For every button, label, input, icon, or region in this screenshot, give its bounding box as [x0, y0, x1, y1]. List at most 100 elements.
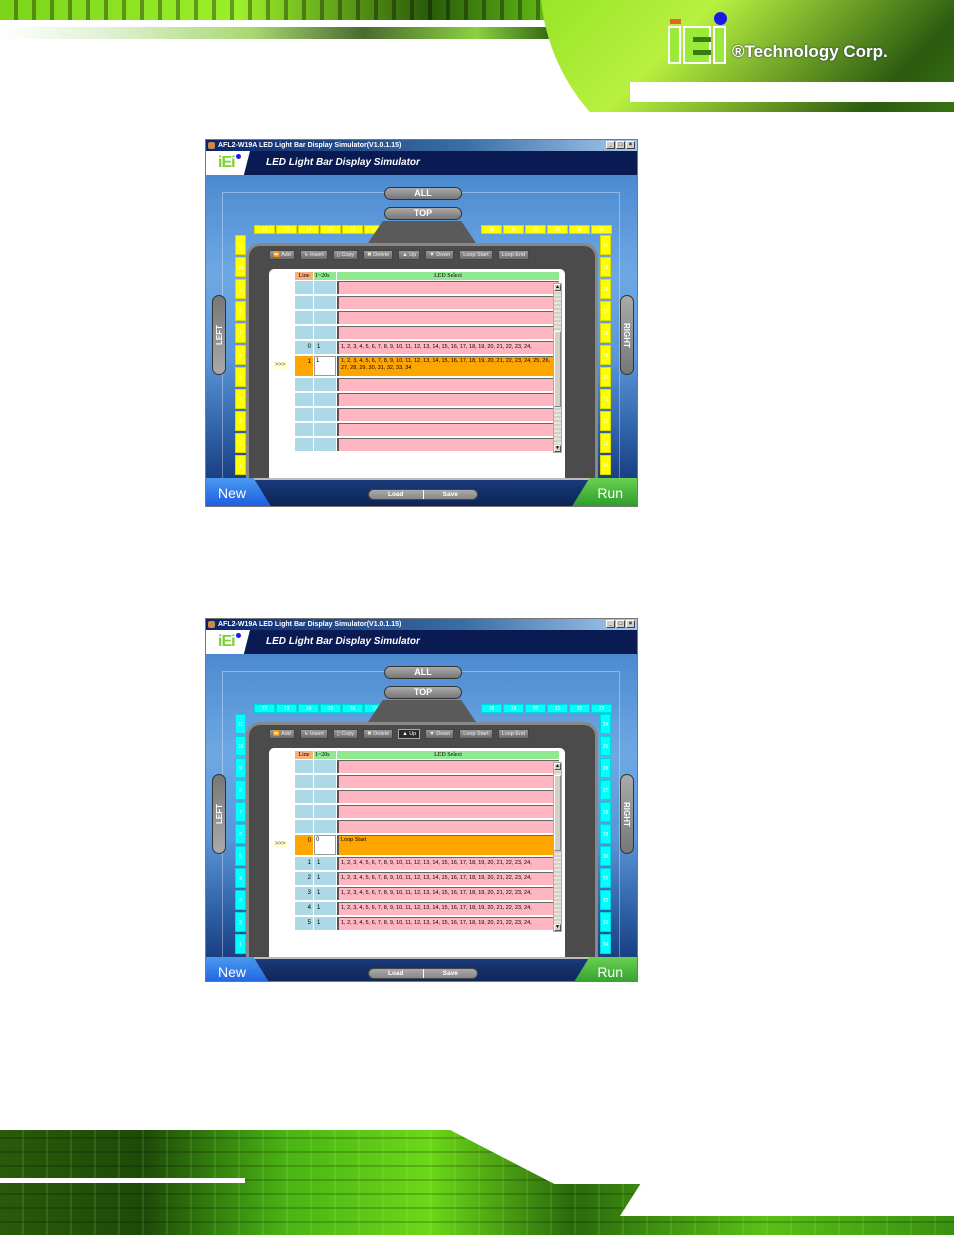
- load-button[interactable]: Load: [369, 490, 424, 499]
- led-33[interactable]: 33: [600, 912, 611, 932]
- led-6[interactable]: 6: [235, 345, 246, 365]
- led-23[interactable]: 23: [591, 225, 612, 234]
- led-29[interactable]: 29: [600, 824, 611, 844]
- led-20[interactable]: 20: [525, 225, 546, 234]
- duration-cell[interactable]: [314, 326, 336, 339]
- toolbar-button-down[interactable]: ▼ Down: [425, 729, 455, 739]
- led-24[interactable]: 24: [600, 714, 611, 734]
- led-11[interactable]: 11: [235, 235, 246, 255]
- toolbar-button-up[interactable]: ▲ Up: [398, 729, 421, 739]
- table-row[interactable]: [295, 423, 559, 436]
- duration-cell[interactable]: [314, 311, 336, 324]
- led-27[interactable]: 27: [600, 301, 611, 321]
- led-7[interactable]: 7: [235, 802, 246, 822]
- led-27[interactable]: 27: [600, 780, 611, 800]
- led-26[interactable]: 26: [600, 758, 611, 778]
- maximize-button[interactable]: □: [616, 620, 625, 628]
- top-button[interactable]: TOP: [384, 207, 462, 220]
- led-10[interactable]: 10: [235, 736, 246, 756]
- top-button[interactable]: TOP: [384, 686, 462, 699]
- led-19[interactable]: 19: [503, 704, 524, 713]
- led-21[interactable]: 21: [547, 704, 568, 713]
- save-button[interactable]: Save: [424, 969, 478, 978]
- led-select-cell[interactable]: 1, 2, 3, 4, 5, 6, 7, 8, 9, 10, 11, 12, 1…: [337, 857, 559, 870]
- table-row[interactable]: [295, 760, 559, 773]
- duration-cell[interactable]: [314, 760, 336, 773]
- duration-cell[interactable]: 1: [314, 902, 336, 915]
- led-25[interactable]: 25: [600, 257, 611, 277]
- minimize-button[interactable]: _: [606, 141, 615, 149]
- led-1[interactable]: 1: [235, 934, 246, 954]
- table-row[interactable]: [295, 296, 559, 309]
- led-28[interactable]: 28: [600, 323, 611, 343]
- led-13[interactable]: 13: [276, 225, 297, 234]
- led-32[interactable]: 32: [600, 890, 611, 910]
- table-row[interactable]: [295, 378, 559, 391]
- minimize-button[interactable]: _: [606, 620, 615, 628]
- led-1[interactable]: 1: [235, 455, 246, 475]
- led-16[interactable]: 16: [342, 225, 363, 234]
- load-button[interactable]: Load: [369, 969, 424, 978]
- led-31[interactable]: 31: [600, 868, 611, 888]
- led-16[interactable]: 16: [342, 704, 363, 713]
- table-row[interactable]: 5 1 1, 2, 3, 4, 5, 6, 7, 8, 9, 10, 11, 12,…: [295, 917, 559, 930]
- led-18[interactable]: 18: [481, 704, 502, 713]
- led-select-cell[interactable]: [337, 760, 559, 773]
- led-14[interactable]: 14: [298, 704, 319, 713]
- duration-cell[interactable]: [314, 820, 336, 833]
- led-15[interactable]: 15: [320, 704, 341, 713]
- vertical-scrollbar[interactable]: ▲ ▼: [553, 283, 562, 453]
- table-row[interactable]: [295, 820, 559, 833]
- led-select-cell[interactable]: [337, 805, 559, 818]
- toolbar-button-add[interactable]: ⏩ Add: [269, 729, 295, 739]
- led-12[interactable]: 12: [254, 704, 275, 713]
- scrollbar-thumb[interactable]: [554, 774, 561, 851]
- table-row[interactable]: 3 1 1, 2, 3, 4, 5, 6, 7, 8, 9, 10, 11, 12,…: [295, 887, 559, 900]
- toolbar-button-delete[interactable]: ✖ Delete: [363, 729, 394, 739]
- led-2[interactable]: 2: [235, 912, 246, 932]
- duration-cell[interactable]: [314, 408, 336, 421]
- led-select-cell[interactable]: Loop Start: [337, 835, 559, 855]
- led-select-cell[interactable]: [337, 438, 559, 451]
- led-5[interactable]: 5: [235, 367, 246, 387]
- duration-cell[interactable]: [314, 805, 336, 818]
- toolbar-button-delete[interactable]: ✖ Delete: [363, 250, 394, 260]
- led-31[interactable]: 31: [600, 389, 611, 409]
- led-select-cell[interactable]: [337, 311, 559, 324]
- led-9[interactable]: 9: [235, 758, 246, 778]
- led-9[interactable]: 9: [235, 279, 246, 299]
- duration-cell[interactable]: 0: [314, 835, 336, 855]
- led-30[interactable]: 30: [600, 846, 611, 866]
- led-33[interactable]: 33: [600, 433, 611, 453]
- led-2[interactable]: 2: [235, 433, 246, 453]
- led-select-cell[interactable]: [337, 378, 559, 391]
- led-3[interactable]: 3: [235, 890, 246, 910]
- right-button[interactable]: RIGHT: [620, 295, 634, 375]
- led-23[interactable]: 23: [591, 704, 612, 713]
- duration-cell[interactable]: 1: [314, 887, 336, 900]
- led-14[interactable]: 14: [298, 225, 319, 234]
- led-21[interactable]: 21: [547, 225, 568, 234]
- scroll-up-arrow-icon[interactable]: ▲: [554, 284, 561, 291]
- duration-cell[interactable]: 1: [314, 857, 336, 870]
- table-row[interactable]: 1 1 1, 2, 3, 4, 5, 6, 7, 8, 9, 10, 11, 12,…: [295, 857, 559, 870]
- led-34[interactable]: 34: [600, 934, 611, 954]
- table-row[interactable]: [295, 805, 559, 818]
- led-13[interactable]: 13: [276, 704, 297, 713]
- duration-cell[interactable]: [314, 281, 336, 294]
- table-row[interactable]: 0 1 1, 2, 3, 4, 5, 6, 7, 8, 9, 10, 11, 12,…: [295, 341, 559, 354]
- led-select-cell[interactable]: 1, 2, 3, 4, 5, 6, 7, 8, 9, 10, 11, 12, 1…: [337, 917, 559, 930]
- led-3[interactable]: 3: [235, 411, 246, 431]
- led-select-cell[interactable]: [337, 393, 559, 406]
- duration-cell[interactable]: [314, 393, 336, 406]
- led-select-cell[interactable]: [337, 326, 559, 339]
- led-5[interactable]: 5: [235, 846, 246, 866]
- table-row[interactable]: [295, 790, 559, 803]
- led-30[interactable]: 30: [600, 367, 611, 387]
- duration-cell[interactable]: [314, 423, 336, 436]
- duration-cell[interactable]: 1: [314, 872, 336, 885]
- led-24[interactable]: 24: [600, 235, 611, 255]
- led-select-cell[interactable]: [337, 423, 559, 436]
- toolbar-button-down[interactable]: ▼ Down: [425, 250, 455, 260]
- led-22[interactable]: 22: [569, 225, 590, 234]
